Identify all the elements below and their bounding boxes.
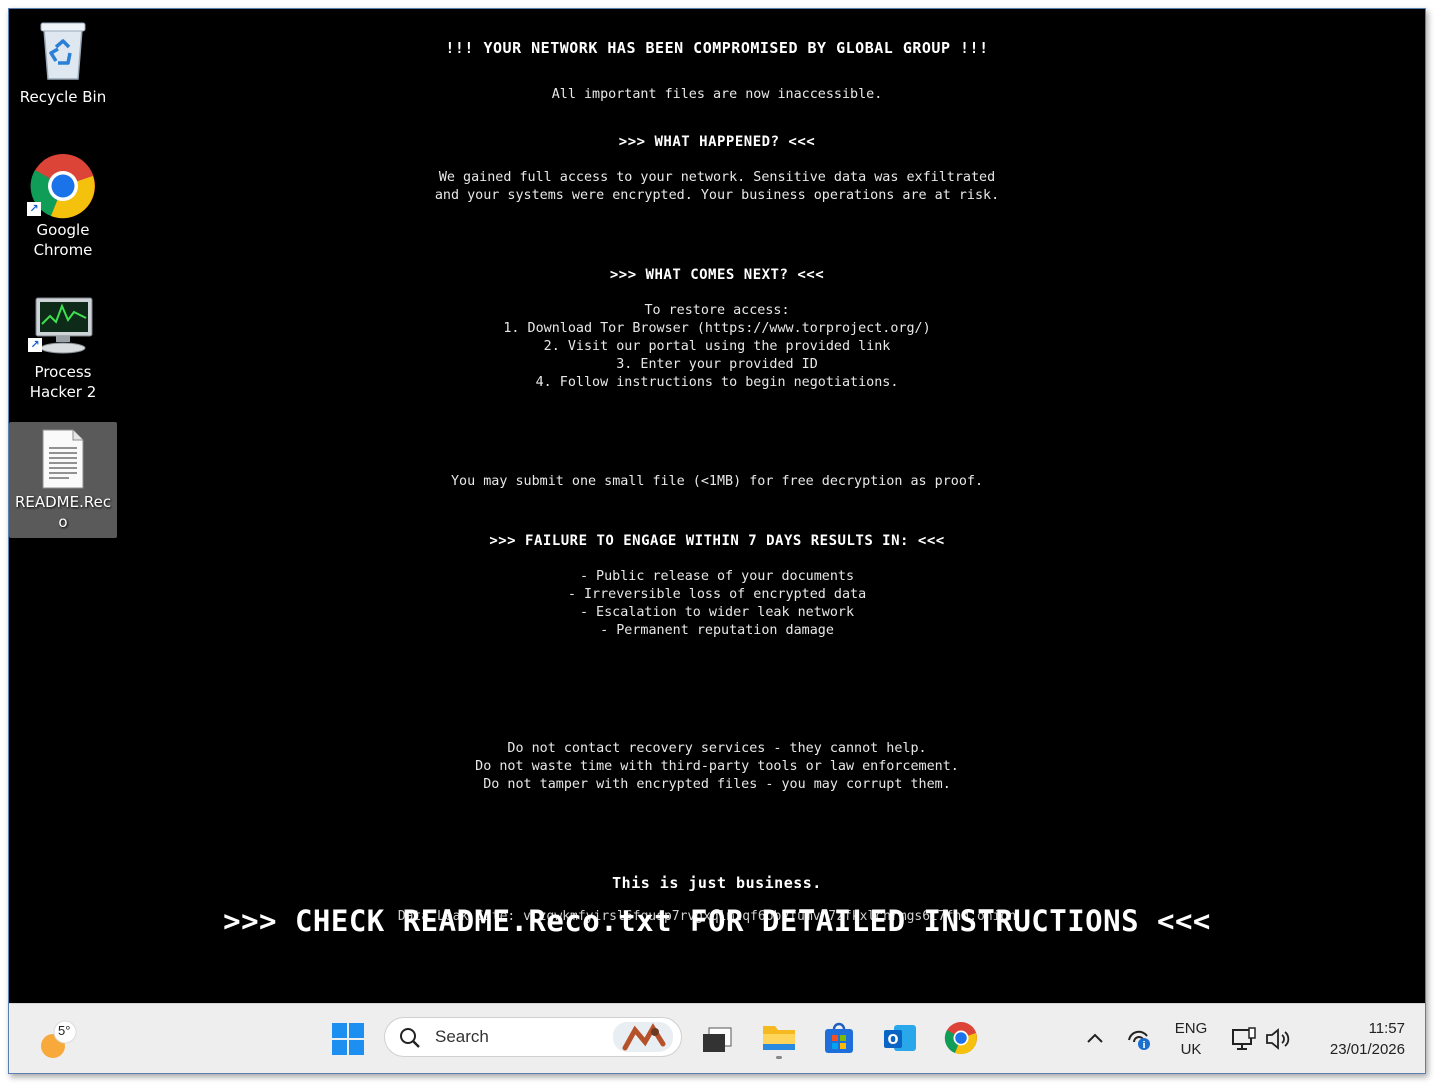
- what-happened-body: We gained full access to your network. S…: [434, 170, 1000, 203]
- what-happened-heading: >>> WHAT HAPPENED? <<<: [618, 134, 816, 150]
- taskbar-search[interactable]: Search: [384, 1017, 682, 1057]
- outlook-button[interactable]: O: [882, 1021, 918, 1055]
- svg-text:O: O: [887, 1033, 898, 1048]
- note-title: !!! YOUR NETWORK HAS BEEN COMPROMISED BY…: [445, 39, 989, 57]
- language-code: ENG: [1174, 1020, 1208, 1037]
- network-status-button[interactable]: i: [1125, 1026, 1153, 1052]
- clock[interactable]: 11:57 23/01/2026: [1305, 1018, 1405, 1060]
- show-hidden-icons-button[interactable]: [1085, 1030, 1105, 1046]
- store-button[interactable]: [822, 1021, 856, 1055]
- display-button[interactable]: [1231, 1026, 1257, 1052]
- note-subtitle: All important files are now inaccessible…: [551, 87, 883, 102]
- weather-widget[interactable]: 5°: [35, 1014, 85, 1064]
- windows-start-icon: [332, 1023, 364, 1055]
- display-icon: [1232, 1027, 1256, 1050]
- weather-temp: 5°: [58, 1023, 71, 1038]
- file-explorer-button[interactable]: [761, 1020, 797, 1060]
- desktop-screen: Recycle Bin ↗ Google Chrome ↗ Process Ha…: [8, 8, 1426, 1074]
- chrome-taskbar-icon: [944, 1022, 977, 1055]
- clock-time: 11:57: [1368, 1020, 1405, 1037]
- chrome-taskbar-button[interactable]: [944, 1021, 978, 1055]
- clock-date: 23/01/2026: [1329, 1041, 1405, 1058]
- file-explorer-icon: [763, 1026, 795, 1050]
- chevron-up-icon: [1087, 1033, 1103, 1043]
- closing-text: This is just business.: [612, 874, 822, 892]
- language-indicator[interactable]: ENG UK: [1169, 1018, 1213, 1060]
- weather-icon: [39, 1020, 77, 1063]
- task-view-button[interactable]: [701, 1026, 733, 1056]
- failure-body: - Public release of your documents - Irr…: [567, 569, 867, 638]
- volume-icon: [1266, 1028, 1290, 1050]
- search-icon: [400, 1028, 420, 1048]
- search-highlight-icon: [613, 1022, 673, 1052]
- active-indicator: [776, 1056, 782, 1059]
- language-region: UK: [1180, 1041, 1202, 1058]
- svg-text:i: i: [1142, 1041, 1145, 1051]
- what-next-body: To restore access: 1. Download Tor Brows…: [503, 303, 931, 390]
- check-readme-banner: >>> CHECK README.Reco.txt FOR DETAILED I…: [223, 904, 1211, 938]
- store-icon: [825, 1022, 853, 1053]
- task-view-icon: [703, 1027, 732, 1052]
- start-button[interactable]: [331, 1022, 365, 1056]
- failure-heading: >>> FAILURE TO ENGAGE WITHIN 7 DAYS RESU…: [489, 533, 945, 549]
- warnings-text: Do not contact recovery services - they …: [475, 741, 959, 792]
- desktop-icon-label: README.Rec o: [14, 493, 112, 531]
- volume-button[interactable]: [1264, 1026, 1292, 1052]
- network-icon: i: [1128, 1030, 1150, 1051]
- proof-text: You may submit one small file (<1MB) for…: [450, 474, 984, 489]
- outlook-icon: O: [884, 1025, 916, 1051]
- what-next-heading: >>> WHAT COMES NEXT? <<<: [609, 267, 825, 283]
- desktop-icon-label: Google Chrome: [33, 221, 93, 259]
- search-placeholder: Search: [435, 1027, 489, 1046]
- taskbar: 5° Search O i ENG UK 11:57 23/01/2026: [9, 1003, 1425, 1073]
